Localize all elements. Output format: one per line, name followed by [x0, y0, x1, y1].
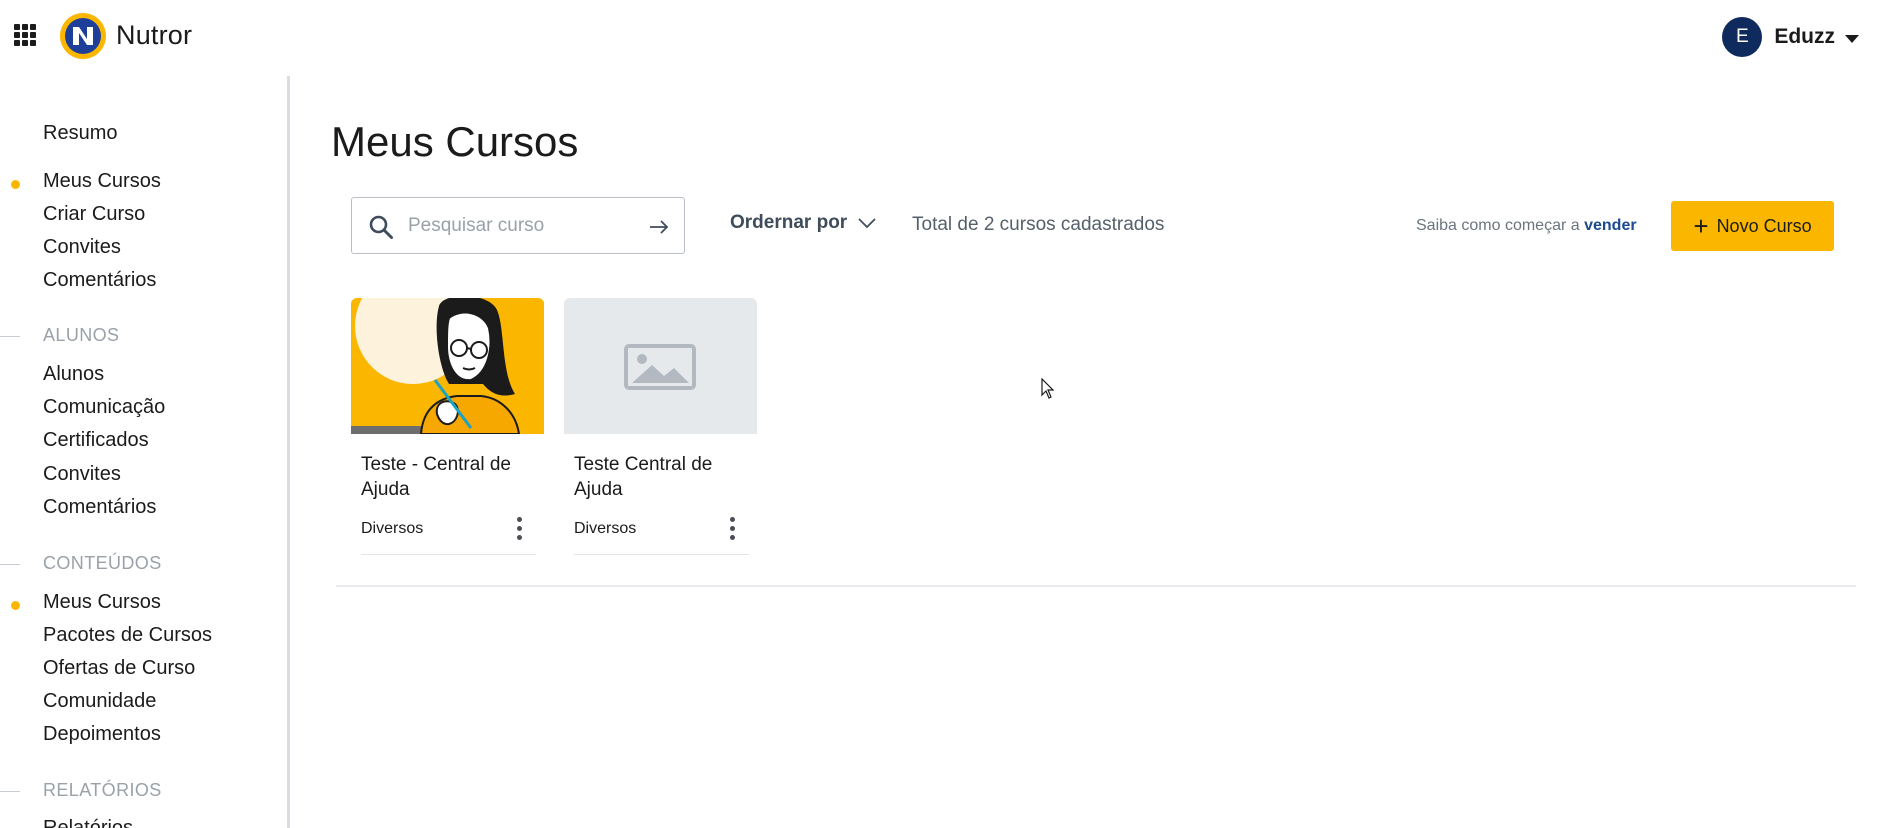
card-divider — [574, 554, 749, 555]
howto-label: Saiba como começar a — [1416, 217, 1580, 234]
howto-text: Saiba como começar a vender — [1416, 217, 1637, 235]
course-title[interactable]: Teste Central de Ajuda — [574, 452, 749, 502]
search-icon — [369, 215, 393, 239]
plus-icon: + — [1693, 211, 1709, 241]
search-box — [351, 197, 685, 254]
brand-name: Nutror — [116, 20, 193, 50]
sidebar-item-depoimentos[interactable]: Depoimentos — [43, 723, 161, 746]
new-course-button[interactable]: + Novo Curso — [1671, 201, 1834, 251]
arrow-right-icon[interactable] — [648, 216, 670, 238]
avatar: E — [1722, 17, 1763, 57]
image-placeholder-icon — [624, 344, 696, 390]
section-conteudos: CONTEÚDOS — [0, 553, 162, 573]
course-category: Diversos — [574, 520, 637, 537]
apps-grid-icon[interactable] — [14, 24, 36, 46]
more-vertical-icon[interactable] — [729, 517, 737, 541]
sidebar-item-resumo[interactable]: Resumo — [43, 122, 117, 145]
total-courses-text: Total de 2 cursos cadastrados — [912, 214, 1165, 235]
sidebar-item-criar-curso[interactable]: Criar Curso — [43, 203, 145, 226]
woman-illustration-icon — [351, 298, 544, 434]
section-alunos: ALUNOS — [0, 325, 120, 345]
sidebar-item-ofertas-de-curso[interactable]: Ofertas de Curso — [43, 657, 195, 680]
course-card[interactable]: Teste - Central de Ajuda Diversos — [351, 298, 544, 556]
course-thumbnail-placeholder[interactable] — [564, 298, 757, 434]
sidebar-item-meus-cursos[interactable]: Meus Cursos — [11, 170, 161, 193]
sidebar-item-convites[interactable]: Convites — [43, 236, 121, 259]
sidebar-item-certificados[interactable]: Certificados — [43, 429, 149, 452]
user-menu[interactable]: E Eduzz — [1722, 16, 1859, 58]
user-name: Eduzz — [1774, 25, 1835, 48]
howto-link-vender[interactable]: vender — [1584, 217, 1636, 234]
course-category: Diversos — [361, 520, 424, 537]
sidebar-item-pacotes-de-cursos[interactable]: Pacotes de Cursos — [43, 624, 212, 647]
sidebar-item-comunidade[interactable]: Comunidade — [43, 690, 156, 713]
sidebar-item-comentarios[interactable]: Comentários — [43, 269, 156, 292]
course-card[interactable]: Teste Central de Ajuda Diversos — [564, 298, 757, 556]
chevron-down-icon — [858, 218, 876, 229]
content-divider — [336, 585, 1856, 587]
sidebar-item-comentarios-alunos[interactable]: Comentários — [43, 496, 156, 519]
sort-label: Ordernar por — [730, 212, 848, 233]
mouse-pointer-icon — [1041, 378, 1055, 399]
sidebar-item-convites-alunos[interactable]: Convites — [43, 463, 121, 486]
nutror-logo-icon[interactable] — [59, 12, 107, 60]
search-input[interactable] — [408, 210, 628, 242]
caret-down-icon — [1845, 35, 1859, 43]
top-bar: Nutror E Eduzz — [0, 0, 1883, 72]
course-title[interactable]: Teste - Central de Ajuda — [361, 452, 536, 502]
sort-dropdown[interactable]: Ordernar por — [730, 212, 877, 234]
page-title: Meus Cursos — [331, 118, 579, 165]
sidebar-item-meus-cursos-conteudos[interactable]: Meus Cursos — [11, 591, 161, 614]
course-thumbnail-illustration[interactable] — [351, 298, 544, 434]
card-divider — [361, 554, 536, 555]
sidebar-item-alunos[interactable]: Alunos — [43, 363, 104, 386]
more-vertical-icon[interactable] — [516, 517, 524, 541]
section-relatorios: RELATÓRIOS — [0, 780, 162, 800]
sidebar-item-comunicacao[interactable]: Comunicação — [43, 396, 165, 419]
sidebar-item-relatorios[interactable]: Relatórios — [43, 817, 133, 828]
sidebar: Resumo Meus Cursos Criar Curso Convites … — [0, 76, 290, 828]
new-course-label: Novo Curso — [1716, 215, 1812, 236]
